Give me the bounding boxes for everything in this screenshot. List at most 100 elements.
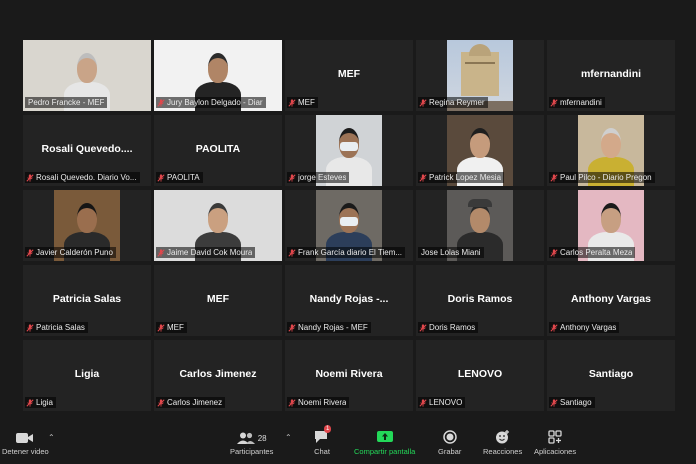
apps-button[interactable]: Aplicaciones xyxy=(534,428,576,456)
person-head xyxy=(208,53,228,83)
participant-name: Javier Calderón Puno xyxy=(36,248,113,257)
participant-tile[interactable]: Rosali Quevedo.... Rosali Quevedo. Diario… xyxy=(23,115,151,186)
participant-name-label: Carlos Peralta Meza xyxy=(549,247,636,258)
participant-tile[interactable]: Jaime David Cok Moura xyxy=(154,190,282,261)
participant-tile[interactable]: MEF MEF xyxy=(154,265,282,336)
participant-name-label: Pedro Francke - MEF xyxy=(25,97,108,108)
mic-muted-icon xyxy=(419,173,427,182)
participant-name: Pedro Francke - MEF xyxy=(28,98,105,107)
record-button[interactable]: Grabar xyxy=(438,428,461,456)
stop-video-label: Detener video xyxy=(2,447,49,456)
participant-name-label: Patricia Salas xyxy=(25,322,88,333)
share-screen-button[interactable]: Compartir pantalla xyxy=(354,428,415,456)
participant-name: Doris Ramos xyxy=(429,323,476,332)
participant-tile[interactable]: Anthony Vargas Anthony Vargas xyxy=(547,265,675,336)
participant-tile[interactable]: Carlos Jimenez Carlos Jimenez xyxy=(154,340,282,411)
person-head xyxy=(470,203,490,233)
participant-name-label: Noemi Rivera xyxy=(287,397,350,408)
participant-name-label: mfernandini xyxy=(549,97,605,108)
participant-tile[interactable]: Doris Ramos Doris Ramos xyxy=(416,265,544,336)
participant-tile[interactable]: Jury Baylon Delgado - Diar xyxy=(154,40,282,111)
participant-tile[interactable]: Ligia Ligia xyxy=(23,340,151,411)
reactions-button[interactable]: Reacciones xyxy=(483,428,522,456)
participant-tile[interactable]: Paul Pilco - Diario Pregon xyxy=(547,115,675,186)
participant-display-name: Carlos Jimenez xyxy=(179,368,257,380)
cap xyxy=(468,199,492,207)
participant-tile[interactable]: Jose Lolas Miani xyxy=(416,190,544,261)
participant-display-name: LENOVO xyxy=(457,368,503,380)
participant-name-label: Jury Baylon Delgado - Diar xyxy=(156,97,266,108)
record-label: Grabar xyxy=(438,447,462,456)
participant-name-label: PAOLITA xyxy=(156,172,203,183)
participants-options-caret[interactable]: ⌃ xyxy=(285,433,292,442)
participant-tile[interactable]: Frank García diario El Tiem... xyxy=(285,190,413,261)
participant-name-label: Ligia xyxy=(25,397,56,408)
participant-name-label: MEF xyxy=(287,97,318,108)
participant-tile[interactable]: Nandy Rojas -... Nandy Rojas - MEF xyxy=(285,265,413,336)
participant-name: Frank García diario El Tiem... xyxy=(298,248,403,257)
participant-name: Noemi Rivera xyxy=(298,398,347,407)
participant-name-label: Jose Lolas Miani xyxy=(418,247,484,258)
mic-muted-icon xyxy=(288,98,296,107)
chat-button[interactable]: 1 Chat xyxy=(314,425,332,456)
person-head xyxy=(601,128,621,158)
participant-name: Jaime David Cok Moura xyxy=(167,248,253,257)
mic-muted-icon xyxy=(26,323,34,332)
participant-name-label: jorge Esteves xyxy=(287,172,350,183)
participant-name-label: Rosali Quevedo. Diario Vo... xyxy=(25,172,140,183)
share-screen-label: Compartir pantalla xyxy=(354,447,416,456)
apps-icon xyxy=(548,430,562,444)
participant-name: Anthony Vargas xyxy=(560,323,617,332)
participant-tile[interactable]: mfernandini mfernandini xyxy=(547,40,675,111)
participant-name-label: Doris Ramos xyxy=(418,322,479,333)
participant-tile[interactable]: LENOVO LENOVO xyxy=(416,340,544,411)
video-options-caret[interactable]: ⌃ xyxy=(48,433,55,442)
stop-video-button[interactable]: Detener video xyxy=(2,428,49,456)
chat-label: Chat xyxy=(314,447,330,456)
participant-name-label: Carlos Jimenez xyxy=(156,397,226,408)
mic-muted-icon xyxy=(419,398,427,407)
person-head xyxy=(601,203,621,233)
participant-display-name: MEF xyxy=(337,68,361,80)
participant-display-name: Ligia xyxy=(74,368,100,380)
participants-button[interactable]: 28 Participantes xyxy=(230,428,273,456)
participant-tile[interactable]: Pedro Francke - MEF xyxy=(23,40,151,111)
participant-display-name: MEF xyxy=(206,293,230,305)
participant-display-name: Nandy Rojas -... xyxy=(309,293,389,305)
participant-name: MEF xyxy=(298,98,315,107)
participant-tile[interactable]: Javier Calderón Puno xyxy=(23,190,151,261)
participant-name: Jury Baylon Delgado - Diar xyxy=(167,98,263,107)
participant-tile[interactable]: Regina Reymer xyxy=(416,40,544,111)
participant-tile[interactable]: Santiago Santiago xyxy=(547,340,675,411)
participant-tile[interactable]: MEF MEF xyxy=(285,40,413,111)
participant-name: Paul Pilco - Diario Pregon xyxy=(560,173,652,182)
mic-muted-icon xyxy=(157,248,165,257)
participant-tile[interactable]: Noemi Rivera Noemi Rivera xyxy=(285,340,413,411)
participant-name-label: Paul Pilco - Diario Pregon xyxy=(549,172,655,183)
participant-tile[interactable]: PAOLITA PAOLITA xyxy=(154,115,282,186)
participant-display-name: mfernandini xyxy=(580,68,642,80)
participant-name-label: Nandy Rojas - MEF xyxy=(287,322,371,333)
participant-tile[interactable]: Patricia Salas Patricia Salas xyxy=(23,265,151,336)
mic-muted-icon xyxy=(288,398,296,407)
person-head xyxy=(470,128,490,158)
participant-name-label: Frank García diario El Tiem... xyxy=(287,247,406,258)
participant-tile[interactable]: Patrick Lopez Mesia xyxy=(416,115,544,186)
person-head xyxy=(77,53,97,83)
participant-name: Patrick Lopez Mesia xyxy=(429,173,502,182)
mic-muted-icon xyxy=(288,323,296,332)
reactions-label: Reacciones xyxy=(483,447,523,456)
participant-tile[interactable]: Carlos Peralta Meza xyxy=(547,190,675,261)
participant-name: Jose Lolas Miani xyxy=(421,248,481,257)
mic-muted-icon xyxy=(26,398,34,407)
participant-tile[interactable]: jorge Esteves xyxy=(285,115,413,186)
mic-muted-icon xyxy=(157,398,165,407)
participant-display-name: PAOLITA xyxy=(195,143,241,155)
participant-name-label: Jaime David Cok Moura xyxy=(156,247,256,258)
participant-name: Nandy Rojas - MEF xyxy=(298,323,368,332)
participant-name-label: Regina Reymer xyxy=(418,97,488,108)
participant-name: Regina Reymer xyxy=(429,98,485,107)
participant-name: MEF xyxy=(167,323,184,332)
participant-name: Carlos Peralta Meza xyxy=(560,248,633,257)
mic-muted-icon xyxy=(157,323,165,332)
